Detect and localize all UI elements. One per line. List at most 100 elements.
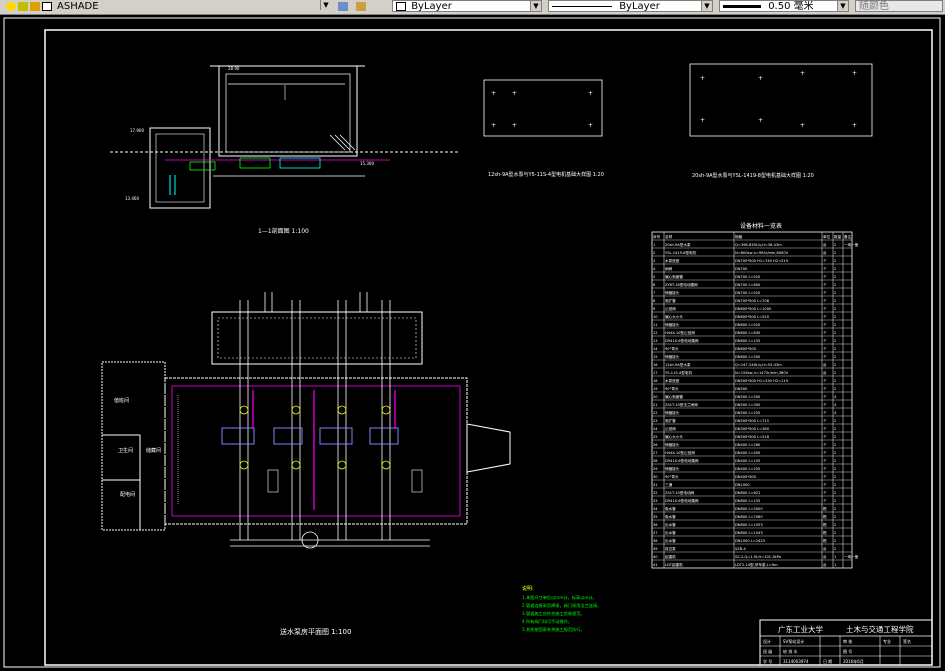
table-cell: 根 [823, 514, 827, 519]
school-name: 广东工业大学 [778, 624, 823, 634]
plan-view [101, 292, 511, 549]
svg-text:+: + [758, 75, 763, 82]
layer-state-icon[interactable] [6, 2, 16, 11]
table-cell: 偏心大小头 [665, 314, 683, 319]
table-cell: 出水管 [665, 538, 676, 543]
table-cell: 台 [823, 562, 827, 567]
table-cell: 台 [823, 362, 827, 367]
table-cell: 2 [834, 283, 836, 287]
table-cell: 36 [653, 523, 658, 527]
table-cell: 2 [834, 419, 836, 423]
table-cell: Z41T-10型电动阀 [665, 490, 695, 495]
table-cell: DN800 L=5000 [735, 507, 763, 511]
color-dropdown[interactable]: ByLayer ▼ [392, 0, 542, 12]
table-cell: 9 [653, 307, 656, 311]
chevron-down-icon[interactable]: ▼ [530, 1, 541, 11]
table-cell: 2 [834, 267, 836, 271]
table-cell: 22 [653, 411, 658, 415]
table-cell: 2 [834, 467, 836, 471]
table-cell: 个 [823, 266, 827, 271]
layer-previous-icon[interactable] [356, 2, 366, 11]
chevron-down-icon[interactable]: ▼ [320, 0, 331, 10]
table-cell: DN500 L=255 [735, 411, 760, 415]
table-cell: 个 [823, 386, 827, 391]
cad-drawing-canvas[interactable]: 28.90 17.900 13.460 15.300 1—1剖面图 1:100 … [0, 14, 945, 671]
table-cell: 伸缩接头 [665, 466, 680, 471]
chevron-down-icon[interactable]: ▼ [837, 1, 848, 11]
table-cell: 偏心渐缩管 [665, 274, 683, 279]
table-cell: 个 [823, 426, 827, 431]
note-line: 4.所有阀门均可手动操作。 [522, 618, 572, 625]
table-cell: 13 [653, 339, 658, 343]
table-cell: 4 [834, 411, 837, 415]
table-cell: D941X-6型电动蝶阀 [665, 498, 699, 503]
table-cell: 个 [823, 322, 827, 327]
table-cell: DN800 L=621 [735, 491, 760, 495]
layer-manager-icon[interactable] [338, 2, 348, 11]
table-cell: 2 [834, 323, 836, 327]
table-cell: Q=396-630L/s,H=38-43m [735, 243, 782, 247]
table-cell: 2 [834, 299, 836, 303]
table-cell: 吸水管 [665, 506, 676, 511]
table-cell: 个 [823, 402, 827, 407]
table-cell: 2 [834, 531, 836, 535]
lock-icon[interactable] [30, 2, 40, 11]
table-cell: 2 [834, 355, 836, 359]
table-cell: 30 [653, 475, 658, 479]
table-cell: 个 [823, 330, 827, 335]
color-value: ByLayer [411, 1, 452, 12]
linetype-dropdown[interactable]: ByLayer ▼ [548, 0, 713, 12]
table-cell: 水泵底座 [665, 258, 680, 263]
table-cell: Q=147-246L/s,H=55-43m [735, 363, 782, 367]
table-cell: LDT2-14型,吊车梁,L=9m [735, 562, 778, 567]
table-cell: 2 [834, 483, 836, 487]
table-cell: 个 [823, 490, 827, 495]
tb-cell: 图 号 [843, 648, 852, 654]
table-cell: 2 [834, 523, 836, 527]
table-cell: DN600 L=500 [735, 355, 761, 359]
table-cell: DN1000 [735, 483, 750, 487]
table-cell: 40 [653, 555, 658, 559]
color-box-icon [396, 1, 406, 11]
table-cell: 个 [823, 258, 827, 263]
plotstyle-dropdown[interactable]: 随颜色 [855, 0, 943, 12]
note-line: 3.管道施工应符合施工验收规范。 [522, 610, 585, 617]
color-swatch-icon[interactable] [42, 2, 52, 11]
table-cell: 真空泵 [665, 546, 676, 551]
layer-name[interactable]: ASHADE [57, 1, 99, 12]
tb-cell: 专业 [883, 638, 891, 644]
table-cell: ZY6T-16型电动蝶阀 [665, 282, 698, 287]
table-cell: 90°弯头 [665, 386, 679, 391]
svg-text:+: + [852, 122, 857, 129]
table-cell: 17 [653, 371, 658, 375]
svg-text:+: + [700, 75, 705, 82]
layer-dropdown[interactable]: ▼ [111, 0, 331, 12]
anchor-detail-left: + + + + + + [483, 79, 603, 137]
table-cell: 伸缩接头 [665, 354, 680, 359]
section-view: 28.90 17.900 13.460 15.300 [110, 65, 460, 209]
freeze-icon[interactable] [18, 2, 28, 11]
chevron-down-icon[interactable]: ▼ [701, 1, 712, 11]
table-cell: 个 [823, 418, 827, 423]
table-cell: DN700 L=520 [735, 291, 761, 295]
table-cell: DN500 [735, 387, 748, 391]
table-cell: 偏心大小头 [665, 434, 683, 439]
table-cell: 16 [653, 363, 658, 367]
table-cell: 三通 [665, 482, 673, 487]
table-cell: DN600 L=155 [735, 339, 760, 343]
table-cell: 4 [653, 267, 656, 271]
table-cell: DN400*300 [735, 475, 757, 479]
table-cell: 根 [823, 506, 827, 511]
table-cell: 21 [653, 403, 658, 407]
table-cell: 个 [823, 466, 827, 471]
note-line: 5.其他按国家有关施工规范执行。 [522, 626, 585, 633]
lineweight-dropdown[interactable]: 0.50 毫米 ▼ [719, 0, 849, 12]
tb-cell: 签名 [903, 638, 911, 644]
table-cell: N=155kw,n=1475r/min,380V [735, 371, 789, 375]
svg-text:15.300: 15.300 [360, 161, 374, 166]
table-cell: 2 [834, 347, 836, 351]
table-cell: 2 [834, 427, 836, 431]
svg-text:+: + [758, 117, 763, 124]
table-cell: 8 [653, 299, 656, 303]
table-cell: 2 [834, 387, 836, 391]
